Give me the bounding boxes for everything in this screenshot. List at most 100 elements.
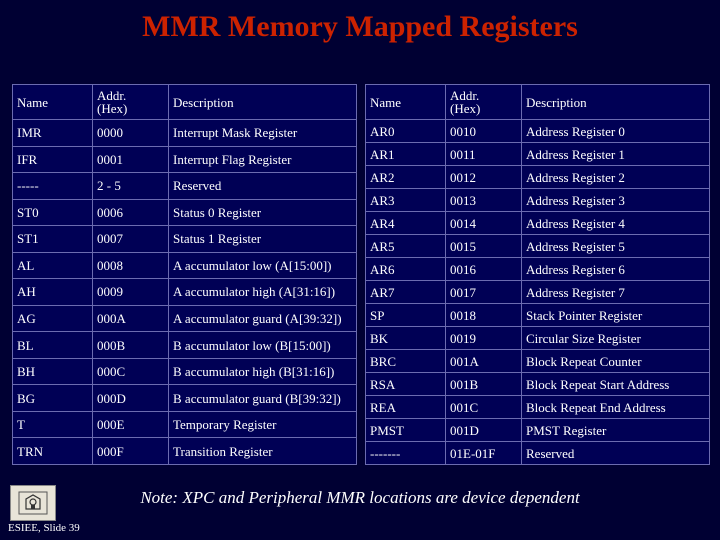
cell-name: AG <box>12 304 93 333</box>
mmr-table-left-body: IMR 0000 Interrupt Mask Register IFR 0001 Int… <box>12 119 357 465</box>
cell-addr: 0018 <box>445 303 522 327</box>
column-header-addr-line2: (Hex) <box>97 101 128 116</box>
cell-addr: 001A <box>445 349 522 373</box>
cell-addr: 2 - 5 <box>92 172 169 200</box>
cell-desc: Address Register 4 <box>521 211 710 235</box>
table-row: AR0 0010 Address Register 0 <box>365 119 710 143</box>
cell-desc: B accumulator high (B[31:16]) <box>168 357 357 386</box>
table-row: RSA 001B Block Repeat Start Address <box>365 372 710 396</box>
cell-desc: Address Register 2 <box>521 165 710 189</box>
cell-name: ST0 <box>12 198 93 227</box>
cell-name: BG <box>12 384 93 412</box>
cell-desc: Address Register 0 <box>521 119 710 143</box>
cell-desc: PMST Register <box>521 418 710 442</box>
cell-name: AL <box>12 251 93 280</box>
cell-name: BL <box>12 331 93 359</box>
cell-name: RSA <box>365 372 446 396</box>
table-row: AL 0008 A accumulator low (A[15:00]) <box>12 251 357 280</box>
table-row: IMR 0000 Interrupt Mask Register <box>12 119 357 147</box>
cell-desc: Address Register 3 <box>521 188 710 212</box>
cell-name: BH <box>12 357 93 386</box>
mmr-tables-container: Name Addr. (Hex) Description IMR 0000 Inte… <box>12 84 710 465</box>
cell-name: AR6 <box>365 257 446 281</box>
table-row: AH 0009 A accumulator high (A[31:16]) <box>12 278 357 306</box>
cell-name: ST1 <box>12 225 93 253</box>
cell-desc: Address Register 1 <box>521 142 710 166</box>
table-header-row: Name Addr. (Hex) Description <box>365 84 710 120</box>
table-row: AR2 0012 Address Register 2 <box>365 165 710 189</box>
cell-desc: Address Register 5 <box>521 234 710 258</box>
column-header-name: Name <box>12 84 93 120</box>
cell-name: IFR <box>12 145 93 174</box>
cell-name: ------- <box>365 441 446 465</box>
cell-desc: Interrupt Flag Register <box>168 145 357 174</box>
cell-desc: B accumulator guard (B[39:32]) <box>168 384 357 412</box>
cell-desc: Status 0 Register <box>168 198 357 227</box>
cell-desc: Interrupt Mask Register <box>168 119 357 147</box>
cell-desc: Address Register 6 <box>521 257 710 281</box>
cell-desc: Block Repeat Start Address <box>521 372 710 396</box>
cell-desc: A accumulator low (A[15:00]) <box>168 251 357 280</box>
column-header-addr: Addr. (Hex) <box>445 84 522 120</box>
cell-addr: 0011 <box>445 142 522 166</box>
cell-name: REA <box>365 395 446 419</box>
table-row: PMST 001D PMST Register <box>365 418 710 442</box>
cell-addr: 0008 <box>92 251 169 280</box>
cell-addr: 000C <box>92 357 169 386</box>
cell-name: BRC <box>365 349 446 373</box>
column-header-description: Description <box>168 84 357 120</box>
cell-name: PMST <box>365 418 446 442</box>
table-row: BH 000C B accumulator high (B[31:16]) <box>12 357 357 386</box>
cell-addr: 001D <box>445 418 522 442</box>
cell-name: AR3 <box>365 188 446 212</box>
cell-addr: 0001 <box>92 145 169 174</box>
table-row: AR7 0017 Address Register 7 <box>365 280 710 304</box>
table-row: AR3 0013 Address Register 3 <box>365 188 710 212</box>
table-row: BK 0019 Circular Size Register <box>365 326 710 350</box>
table-row: SP 0018 Stack Pointer Register <box>365 303 710 327</box>
table-row: IFR 0001 Interrupt Flag Register <box>12 145 357 174</box>
cell-addr: 000F <box>92 437 169 465</box>
cell-name: AR1 <box>365 142 446 166</box>
cell-desc: Reserved <box>521 441 710 465</box>
column-header-name: Name <box>365 84 446 120</box>
esiee-logo-icon <box>10 485 56 521</box>
cell-addr: 000A <box>92 304 169 333</box>
table-row: AR1 0011 Address Register 1 <box>365 142 710 166</box>
cell-addr: 01E-01F <box>445 441 522 465</box>
table-row: AR5 0015 Address Register 5 <box>365 234 710 258</box>
cell-desc: Stack Pointer Register <box>521 303 710 327</box>
table-row: AR4 0014 Address Register 4 <box>365 211 710 235</box>
cell-name: AR2 <box>365 165 446 189</box>
table-row: AG 000A A accumulator guard (A[39:32]) <box>12 304 357 333</box>
cell-desc: A accumulator high (A[31:16]) <box>168 278 357 306</box>
cell-desc: Transition Register <box>168 437 357 465</box>
cell-addr: 0016 <box>445 257 522 281</box>
esiee-logo-glyph <box>18 491 48 515</box>
cell-desc: A accumulator guard (A[39:32]) <box>168 304 357 333</box>
slide-label: ESIEE, Slide 39 <box>8 522 80 534</box>
cell-addr: 0006 <box>92 198 169 227</box>
mmr-table-left: Name Addr. (Hex) Description IMR 0000 Inte… <box>12 84 357 465</box>
cell-name: AH <box>12 278 93 306</box>
table-row: ------- 01E-01F Reserved <box>365 441 710 465</box>
table-row: ST0 0006 Status 0 Register <box>12 198 357 227</box>
table-row: AR6 0016 Address Register 6 <box>365 257 710 281</box>
cell-desc: Circular Size Register <box>521 326 710 350</box>
cell-desc: Temporary Register <box>168 410 357 439</box>
cell-addr: 0014 <box>445 211 522 235</box>
cell-desc: B accumulator low (B[15:00]) <box>168 331 357 359</box>
table-row: BL 000B B accumulator low (B[15:00]) <box>12 331 357 359</box>
cell-addr: 0012 <box>445 165 522 189</box>
cell-addr: 0009 <box>92 278 169 306</box>
table-row: BG 000D B accumulator guard (B[39:32]) <box>12 384 357 412</box>
table-row: BRC 001A Block Repeat Counter <box>365 349 710 373</box>
cell-desc: Address Register 7 <box>521 280 710 304</box>
page-title: MMR Memory Mapped Registers <box>142 10 578 43</box>
table-row: T 000E Temporary Register <box>12 410 357 439</box>
cell-name: AR0 <box>365 119 446 143</box>
table-row: ST1 0007 Status 1 Register <box>12 225 357 253</box>
mmr-table-right: Name Addr. (Hex) Description AR0 0010 Addr… <box>365 84 710 465</box>
footer-note: Note: XPC and Peripheral MMR locations a… <box>140 488 580 507</box>
cell-addr: 0017 <box>445 280 522 304</box>
